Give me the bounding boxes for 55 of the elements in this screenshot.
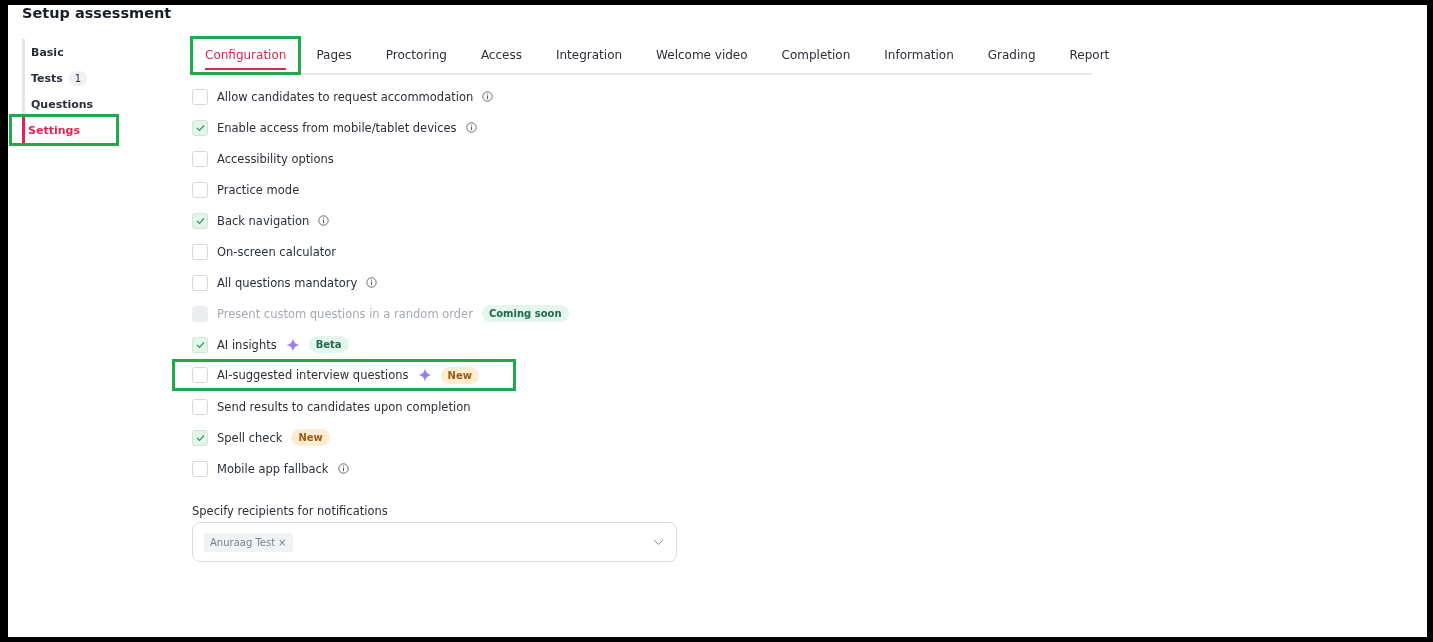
option-label: Accessibility options (217, 151, 334, 166)
status-badge: New (440, 366, 479, 384)
sidebar-item[interactable]: Basic (22, 39, 64, 65)
sidebar-item[interactable]: Questions (22, 91, 94, 117)
tab[interactable]: Grading (970, 38, 1053, 73)
tab[interactable]: Integration (538, 38, 640, 73)
chip-label: Anuraag Test (210, 536, 276, 548)
sidebar-item[interactable]: Settings (12, 117, 116, 143)
option-label: Back navigation (217, 213, 310, 228)
tab[interactable]: Pages (299, 38, 369, 73)
tab[interactable]: Completion (764, 38, 868, 73)
tab[interactable]: Configuration (192, 38, 300, 73)
option-label: On-screen calculator (217, 244, 337, 259)
checkbox[interactable] (192, 88, 208, 105)
checkbox[interactable] (192, 367, 208, 383)
checkbox[interactable] (192, 274, 208, 291)
checkbox[interactable] (192, 336, 208, 353)
sidebar-item[interactable]: Tests 1 (22, 65, 88, 91)
checkbox[interactable] (192, 460, 208, 477)
checkbox[interactable] (192, 181, 208, 198)
field-label: Specify recipients for notifications (192, 504, 389, 518)
option-label: AI-suggested interview questions (217, 368, 409, 382)
checkbox[interactable] (192, 119, 208, 136)
tab[interactable]: Information (867, 38, 971, 73)
tab[interactable]: Welcome video (639, 38, 765, 73)
tab[interactable]: Proctoring (368, 38, 464, 73)
option-label: Present custom questions in a random order (217, 306, 473, 321)
option-label: Practice mode (217, 182, 300, 197)
remove-button[interactable]: × (278, 536, 287, 548)
status-badge: New (291, 429, 330, 446)
option-label: Enable access from mobile/tablet devices (217, 120, 457, 135)
count-badge: 1 (68, 70, 88, 86)
option-label: Mobile app fallback (217, 461, 329, 476)
chevron-down-icon (653, 538, 664, 546)
checkbox[interactable] (192, 212, 208, 229)
option-label: All questions mandatory (217, 275, 358, 290)
checkbox[interactable] (192, 429, 208, 446)
option-label: Allow candidates to request accommodation (217, 89, 474, 104)
checkbox[interactable] (192, 398, 208, 415)
option-label: AI insights (217, 337, 277, 352)
check-icon (195, 123, 205, 132)
page-title: Setup assessment (22, 5, 173, 23)
tab[interactable]: Access (463, 38, 539, 73)
status-badge: Beta (308, 336, 349, 353)
check-icon (195, 216, 205, 225)
tab[interactable]: Report (1052, 38, 1110, 73)
option-label: Send results to candidates upon completion (217, 399, 471, 414)
check-icon (195, 340, 205, 349)
checkbox[interactable] (192, 243, 208, 260)
recipients-select[interactable]: Anuraag Test × (192, 522, 677, 562)
option-label: Spell check (217, 430, 283, 445)
checkbox[interactable] (192, 150, 208, 167)
check-icon (195, 433, 205, 442)
sidebar-item-label: Tests (31, 71, 63, 85)
status-badge: Coming soon (481, 305, 569, 322)
